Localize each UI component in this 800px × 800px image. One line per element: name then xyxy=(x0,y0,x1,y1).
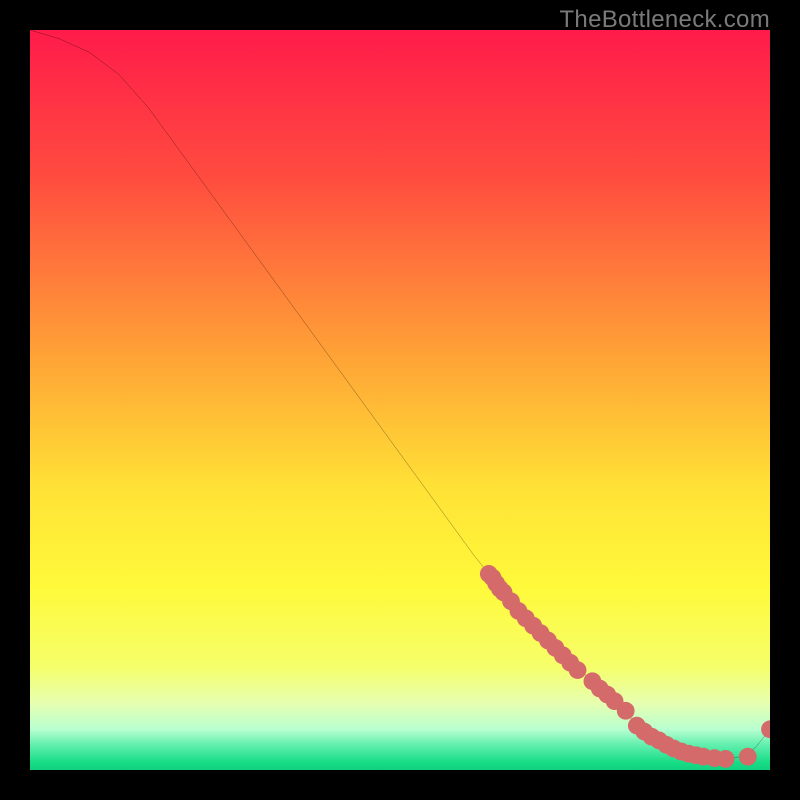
data-point xyxy=(717,750,735,768)
gradient-background xyxy=(30,30,770,770)
data-point xyxy=(617,702,635,720)
chart-stage: TheBottleneck.com xyxy=(0,0,800,800)
bottleneck-chart xyxy=(30,30,770,770)
data-point xyxy=(569,661,587,679)
data-point xyxy=(739,748,757,766)
